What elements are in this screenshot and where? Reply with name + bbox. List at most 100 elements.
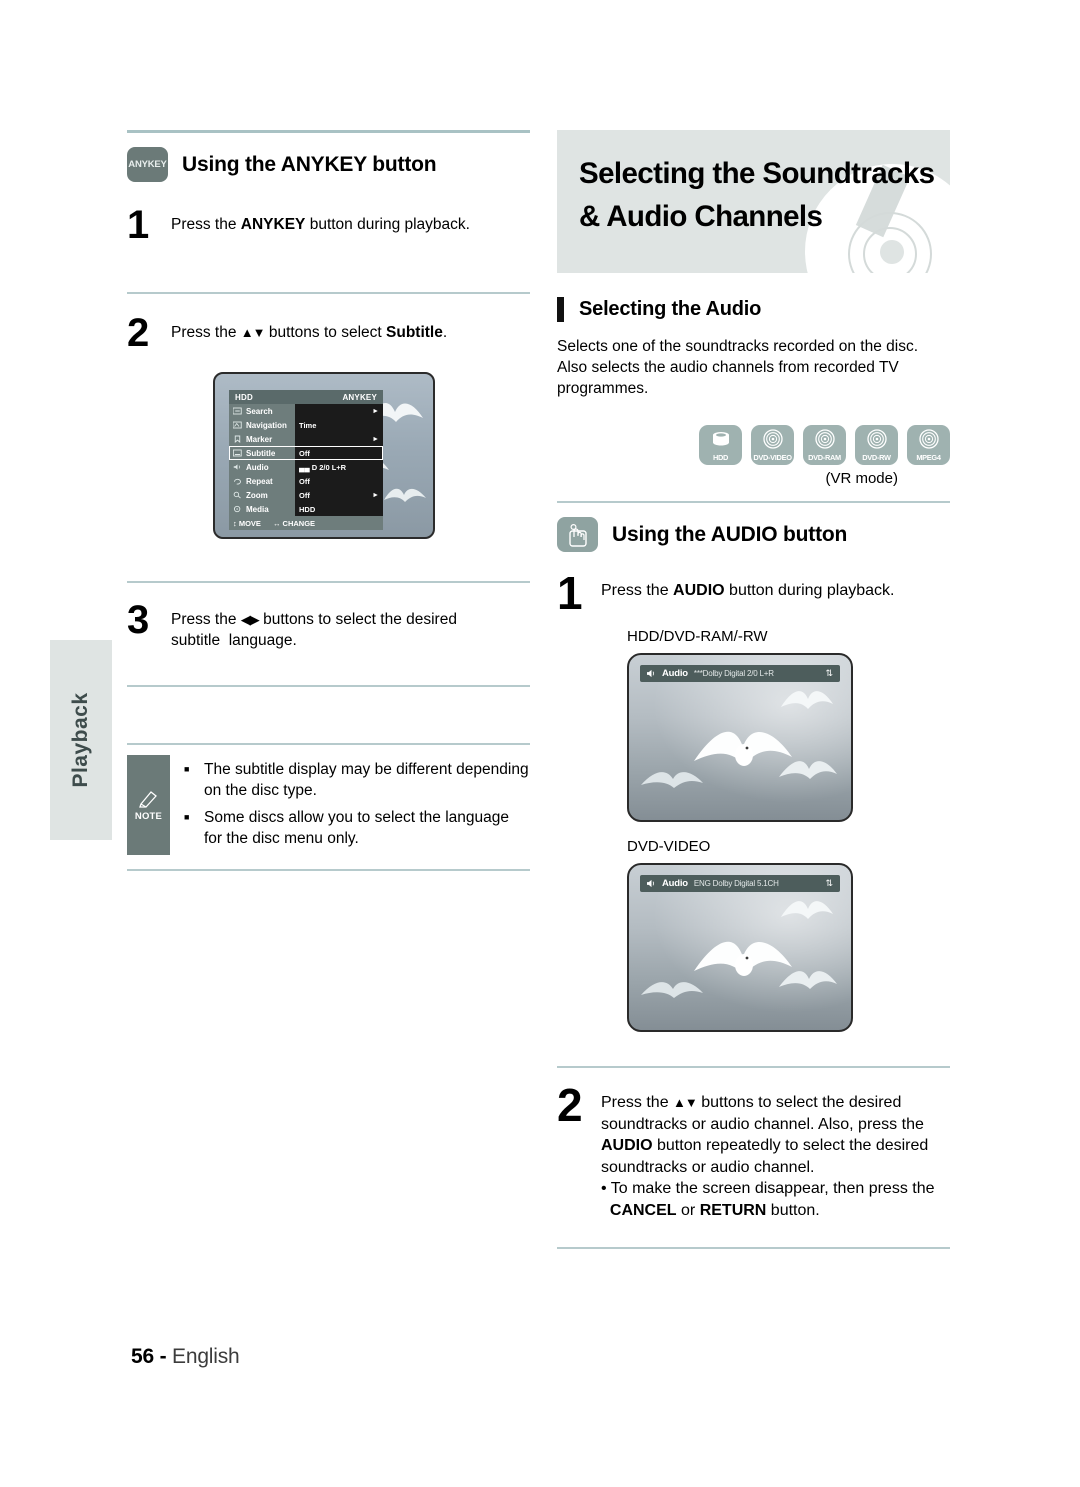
osd-row-repeat[interactable]: Repeat Off: [229, 474, 383, 488]
chevron-right-icon: ►: [372, 407, 379, 415]
tv-screen-2-label: DVD-VIDEO: [627, 838, 711, 855]
seagull-graphic: [779, 893, 835, 931]
osd-row-media[interactable]: Media HDD: [229, 502, 383, 516]
seagull-graphic: [777, 751, 839, 791]
osd-row-label: Marker: [246, 434, 273, 444]
tv-screen-1: Audio ***Dolby Digital 2/0 L+R ⇅: [627, 653, 853, 822]
supported-disc-icons: HDD DVD-VIDEO DVD-RAM DVD-RW MPEG4: [557, 425, 950, 465]
seagull-graphic: [779, 683, 835, 721]
tv-screen-2: Audio ENG Dolby Digital 5.1CH ⇅: [627, 863, 853, 1032]
disc-icon: [866, 429, 887, 449]
page-title-banner: Selecting the Soundtracks & Audio Channe…: [557, 130, 950, 273]
osd-row-label: Repeat: [246, 476, 273, 486]
audio-heading-text: Using the AUDIO button: [612, 522, 848, 546]
tv-screen-2-osd-bar: Audio ENG Dolby Digital 5.1CH ⇅: [640, 875, 840, 892]
selecting-audio-heading: Selecting the Audio: [557, 297, 950, 322]
tv-screen-1-osd-bar: Audio ***Dolby Digital 2/0 L+R ⇅: [640, 665, 840, 682]
seagull-graphic: [777, 961, 839, 1001]
divider-right-3: [557, 1247, 950, 1249]
osd-row-value: Off: [299, 448, 310, 458]
osd-row-value: Time: [299, 420, 317, 430]
footer-separator: -: [159, 1345, 167, 1368]
anykey-section-heading: ANYKEY Using the ANYKEY button: [127, 147, 530, 182]
step-2-audio-text: Press the ▲▼ buttons to select the desir…: [601, 1094, 935, 1219]
osd-row-subtitle[interactable]: Subtitle Off: [229, 446, 383, 460]
left-column: ANYKEY Using the ANYKEY button 1 Press t…: [127, 130, 530, 871]
osd-row-zoom[interactable]: Zoom Off ►: [229, 488, 383, 502]
chevron-right-icon: ►: [372, 435, 379, 443]
osd-row-search[interactable]: Search ►: [229, 404, 383, 418]
step-1-audio-text: Press the AUDIO button during playback.: [601, 582, 895, 599]
osd-change-label: CHANGE: [282, 518, 316, 528]
step-1-audio: 1 Press the AUDIO button during playback…: [557, 567, 950, 619]
osd-row-label-cell: Navigation: [229, 418, 295, 432]
media-icon: [233, 505, 241, 513]
osd-row-label: Subtitle: [246, 448, 276, 458]
sidebar-chapter-label: Playback: [69, 692, 92, 788]
osd-row-value-cell: HDD: [295, 502, 383, 516]
seagull-graphic: [383, 482, 427, 512]
page-title: Selecting the Soundtracks & Audio Channe…: [579, 152, 935, 238]
note-icon-block: NOTE: [127, 755, 170, 855]
speaker-icon: [647, 669, 654, 678]
step-2-audio: 2 Press the ▲▼ buttons to select the des…: [557, 1082, 950, 1221]
updown-arrow-icon: ⇅: [825, 878, 833, 888]
page-footer: 56 - English: [131, 1345, 240, 1369]
disc-icon: [762, 429, 783, 449]
step-2-anykey: 2 Press the ▲▼ buttons to select Subtitl…: [127, 311, 530, 355]
anykey-osd-screenshot: HDD ANYKEY Search ► Navigation Time Mark…: [213, 372, 435, 539]
note-item: The subtitle display may be different de…: [184, 759, 530, 801]
disc-icon-label: DVD-RW: [862, 453, 891, 462]
step-1-anykey: 1 Press the ANYKEY button during playbac…: [127, 203, 530, 247]
step-1-text: Press the ANYKEY button during playback.: [171, 216, 470, 233]
heading-accent-bar: [557, 297, 564, 322]
speaker-icon: [233, 464, 240, 470]
note-box: NOTE The subtitle display may be differe…: [127, 755, 530, 855]
disc-hub: [880, 240, 904, 264]
osd-audio-value: ENG Dolby Digital 5.1CH: [693, 879, 779, 888]
osd-row-label-cell: Repeat: [229, 474, 295, 488]
disc-icon-label: DVD-RAM: [808, 453, 841, 462]
osd-row-value-cell: Off: [295, 474, 383, 488]
search-icon: [233, 407, 242, 415]
hdd-stack-icon: [712, 432, 729, 446]
audio-section-heading: Using the AUDIO button: [557, 517, 950, 552]
selecting-audio-body: Selects one of the soundtracks recorded …: [557, 338, 919, 397]
leftright-arrow-icon: ↔: [272, 518, 281, 528]
step-3-text: Press the ◀▶ buttons to select the desir…: [171, 611, 457, 649]
osd-move-label: MOVE: [238, 518, 261, 528]
osd-row-value-cell: Time: [295, 418, 383, 432]
step-3-number: 3: [127, 598, 149, 642]
step-1-audio-number: 1: [557, 567, 583, 619]
seagull-graphic: [639, 973, 705, 1009]
repeat-icon: [234, 478, 241, 485]
disc-icon-hdd: HDD: [699, 425, 742, 465]
osd-row-label: Media: [246, 504, 269, 514]
divider-left-4: [127, 743, 530, 745]
osd-row-value: Off: [299, 490, 310, 500]
updown-arrow-icon: ⇅: [825, 668, 833, 678]
osd-row-label-cell: Search: [229, 404, 295, 418]
osd-row-navigation[interactable]: Navigation Time: [229, 418, 383, 432]
disc-icon-dvd-rw: DVD-RW: [855, 425, 898, 465]
seagull-graphic: [639, 763, 705, 799]
note-item: Some discs allow you to select the langu…: [184, 807, 530, 849]
anykey-osd-menu: HDD ANYKEY Search ► Navigation Time Mark…: [229, 390, 383, 530]
osd-row-marker[interactable]: Marker ►: [229, 432, 383, 446]
step-2-number: 2: [127, 311, 149, 355]
osd-row-audio[interactable]: Audio ▄▄ D 2/0 L+R: [229, 460, 383, 474]
osd-row-label-cell: Marker: [229, 432, 295, 446]
step-2-text: Press the ▲▼ buttons to select Subtitle.: [171, 324, 448, 341]
osd-audio-word: Audio: [662, 878, 688, 889]
divider-top-left: [127, 130, 530, 133]
disc-icon-label: DVD-VIDEO: [753, 453, 792, 462]
disc-icon-label: HDD: [712, 453, 729, 462]
pencil-note-icon: [139, 790, 157, 808]
osd-row-label: Search: [246, 406, 273, 416]
updown-arrow-icon: ↕: [233, 518, 237, 528]
step-1-number: 1: [127, 203, 149, 247]
marker-icon: [234, 435, 241, 443]
disc-icon-mpeg4: MPEG4: [907, 425, 950, 465]
audio-button-press-icon: [557, 517, 598, 552]
footer-language: English: [172, 1345, 240, 1368]
